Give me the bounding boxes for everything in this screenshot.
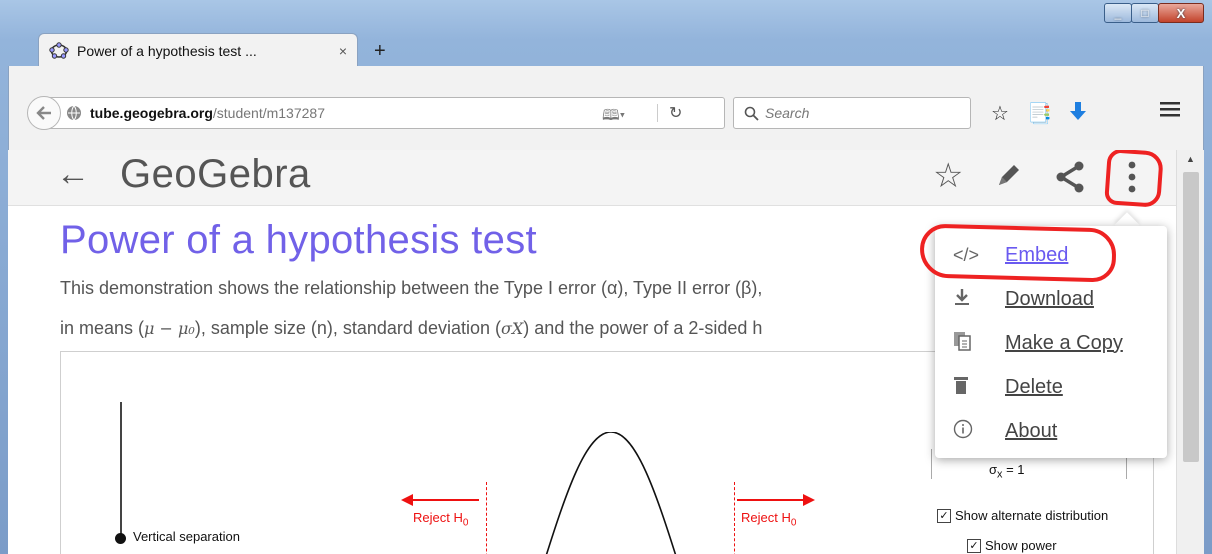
share-icon[interactable] [1053, 160, 1087, 194]
checkbox-check-icon: ✓ [967, 538, 981, 553]
show-power-checkbox[interactable]: ✓ Show power [967, 538, 1057, 553]
desc-text: ) and the power of a 2-sided h [523, 318, 763, 338]
reject-left-arrow [401, 494, 479, 506]
page-title: Power of a hypothesis test [60, 218, 537, 262]
url-path: /student/m137287 [212, 105, 325, 121]
favorite-star-icon[interactable]: ☆ [933, 156, 963, 196]
close-button[interactable]: X [1158, 3, 1204, 23]
annotation-circle-embed [919, 223, 1117, 283]
copy-icon [935, 331, 1005, 356]
desc-text: in means ( [60, 318, 145, 338]
reject-h0-left-label: Reject H0 [413, 510, 468, 529]
annotation-circle-more [1104, 150, 1164, 208]
reload-icon[interactable]: ↻ [669, 103, 682, 123]
sigma-value: = 1 [1002, 462, 1025, 477]
bookmarks-library-icon[interactable]: 📑 [1027, 101, 1052, 126]
reject-h0-right-label: Reject H0 [741, 510, 796, 529]
search-placeholder: Search [765, 105, 810, 121]
browser-window: _ □ X Power of a hypothesis test ... × +… [0, 0, 1212, 554]
reject-sub: 0 [790, 517, 797, 529]
checkbox-label: Show power [985, 538, 1057, 553]
description-line-1: This demonstration shows the relationshi… [60, 278, 763, 298]
menu-item-about[interactable]: About [935, 410, 1167, 452]
menu-item-label: Download [1005, 287, 1094, 310]
checkbox-label: Show alternate distribution [955, 508, 1109, 523]
null-distribution-curve [545, 432, 677, 554]
reader-view-icon[interactable]: 🕮▾ [602, 105, 625, 130]
tab-title: Power of a hypothesis test ... [77, 42, 257, 59]
reject-sub: 0 [462, 517, 469, 529]
url-divider [657, 104, 658, 122]
downloads-icon[interactable] [1069, 101, 1087, 123]
new-tab-button[interactable]: + [374, 40, 386, 63]
trash-icon [935, 375, 1005, 400]
info-icon [935, 419, 1005, 444]
geogebra-header: ← GeoGebra ☆ [8, 150, 1176, 206]
vertical-slider-handle[interactable] [115, 533, 126, 544]
menu-item-label: Delete [1005, 375, 1063, 398]
desc-math: σX [500, 319, 524, 338]
geogebra-favicon-icon [49, 41, 69, 59]
vertical-slider-track [120, 402, 122, 540]
sigma-symbol: σ [989, 462, 998, 477]
menu-item-delete[interactable]: Delete [935, 366, 1167, 408]
pencil-icon[interactable] [993, 161, 1023, 191]
menu-item-label: Make a Copy [1005, 331, 1123, 354]
search-input[interactable]: Search [733, 97, 971, 129]
critical-line-right [734, 482, 735, 554]
vertical-separation-label: Vertical separation [133, 529, 240, 544]
menu-item-download[interactable]: Download [935, 278, 1167, 320]
reject-right-arrow [737, 494, 815, 506]
show-alternate-checkbox[interactable]: ✓ Show alternate distribution [937, 508, 1108, 523]
checkbox-check-icon: ✓ [937, 508, 951, 523]
bookmark-star-icon[interactable]: ☆ [991, 101, 1009, 126]
maximize-button[interactable]: □ [1131, 3, 1159, 23]
description-line-2: in means (μ − μ₀), sample size (n), stan… [60, 318, 762, 339]
globe-icon [67, 105, 81, 121]
scroll-thumb[interactable] [1183, 172, 1199, 462]
back-arrow-icon[interactable] [27, 96, 61, 130]
vertical-scrollbar[interactable]: ▲ [1176, 150, 1204, 554]
search-icon [744, 106, 759, 121]
navigation-bar: tube.geogebra.org/student/m137287 🕮▾ ↻ S… [8, 66, 1204, 150]
reject-text: Reject H [741, 510, 791, 525]
menu-item-label: About [1005, 419, 1058, 442]
critical-line-left [486, 482, 487, 554]
desc-math: μ − μ₀ [144, 319, 195, 338]
hamburger-menu-icon[interactable] [1159, 99, 1181, 119]
scroll-up-icon[interactable]: ▲ [1186, 154, 1195, 164]
download-icon [935, 288, 1005, 311]
reject-text: Reject H [413, 510, 463, 525]
minimize-button[interactable]: _ [1104, 3, 1132, 23]
header-back-icon[interactable]: ← [56, 155, 90, 194]
desc-text: ), sample size (n), standard deviation ( [194, 318, 501, 338]
url-domain: tube.geogebra.org [90, 105, 213, 121]
browser-tab[interactable]: Power of a hypothesis test ... × [38, 33, 358, 67]
window-controls: _ □ X [1104, 3, 1204, 23]
menu-item-make-copy[interactable]: Make a Copy [935, 322, 1167, 364]
tab-close-icon[interactable]: × [339, 43, 347, 59]
sigma-label: σx = 1 [989, 462, 1025, 481]
geogebra-logo[interactable]: GeoGebra [120, 152, 311, 197]
